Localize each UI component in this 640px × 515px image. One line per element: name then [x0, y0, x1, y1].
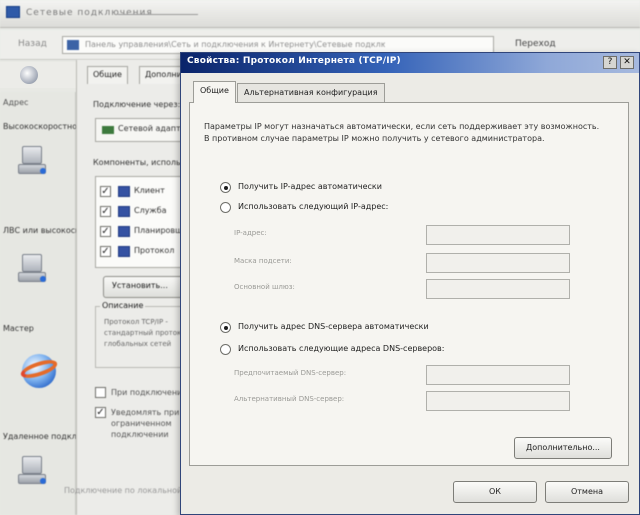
- lan-connection-icon[interactable]: [18, 252, 50, 286]
- dns-auto-radio[interactable]: [220, 322, 231, 333]
- ip-address-row: IP-адрес:: [230, 225, 626, 245]
- dns-manual-radio[interactable]: [220, 344, 231, 355]
- advanced-button[interactable]: Дополнительно...: [514, 437, 612, 459]
- network-folder-icon: [6, 6, 20, 18]
- network-connection-icon[interactable]: [18, 144, 50, 178]
- nav-label-highspeed: Высокоскоростной: [3, 122, 83, 131]
- dialog-titlebar[interactable]: Свойства: Протокол Интернета (TCP/IP) ? …: [181, 53, 639, 73]
- connect-using-label: Подключение через:: [93, 100, 181, 109]
- alternate-dns-row: Альтернативный DNS-сервер:: [230, 391, 626, 411]
- general-tab-page: Параметры IP могут назначаться автоматич…: [189, 102, 629, 466]
- go-button[interactable]: Переход: [515, 39, 556, 49]
- component-label: Служба: [134, 206, 167, 215]
- ip-address-input[interactable]: [426, 225, 570, 245]
- dns-manual-option[interactable]: Использовать следующие адреса DNS-сервер…: [220, 343, 540, 357]
- client-icon: [118, 186, 130, 197]
- preferred-dns-input[interactable]: [426, 365, 570, 385]
- component-label: Протокол: [134, 246, 175, 255]
- gateway-label: Основной шлюз:: [234, 283, 295, 291]
- tab-alternate-config[interactable]: Альтернативная конфигурация: [237, 83, 385, 103]
- ip-manual-label: Использовать следующий IP-адрес:: [238, 202, 389, 211]
- remote-connection-icon[interactable]: [18, 454, 50, 488]
- close-button[interactable]: ✕: [620, 56, 634, 69]
- status-text: Подключение по локальной сети: [64, 486, 204, 495]
- subnet-mask-row: Маска подсети:: [230, 253, 626, 273]
- component-checkbox[interactable]: ✓: [100, 206, 111, 217]
- tcpip-properties-dialog: Свойства: Протокол Интернета (TCP/IP) ? …: [180, 52, 640, 515]
- tab-general[interactable]: Общие: [87, 66, 128, 84]
- subnet-mask-label: Маска подсети:: [234, 257, 292, 265]
- component-checkbox[interactable]: ✓: [100, 186, 111, 197]
- ip-manual-radio[interactable]: [220, 202, 231, 213]
- ip-description: Параметры IP могут назначаться автоматич…: [204, 122, 600, 143]
- address-folder-icon: [67, 40, 79, 50]
- alternate-dns-input[interactable]: [426, 391, 570, 411]
- component-checkbox[interactable]: ✓: [100, 246, 111, 257]
- organize-icon[interactable]: [20, 66, 38, 84]
- tab-general[interactable]: Общие: [193, 81, 236, 103]
- component-checkbox[interactable]: ✓: [100, 226, 111, 237]
- gateway-input[interactable]: [426, 279, 570, 299]
- dns-manual-label: Использовать следующие адреса DNS-сервер…: [238, 344, 445, 353]
- nav-label-wizard: Мастер: [3, 324, 34, 333]
- address-label: Адрес: [3, 98, 29, 107]
- help-button[interactable]: ?: [603, 56, 617, 69]
- dns-auto-option[interactable]: Получить адрес DNS-сервера автоматически: [220, 321, 460, 335]
- explorer-titlebar: Сетевые подключения: [0, 0, 640, 28]
- ip-address-label: IP-адрес:: [234, 229, 267, 237]
- show-icon-checkbox[interactable]: [95, 387, 106, 398]
- ok-button[interactable]: ОК: [453, 481, 537, 503]
- component-label: Клиент: [134, 186, 165, 195]
- preferred-dns-row: Предпочитаемый DNS-сервер:: [230, 365, 626, 385]
- ip-manual-option[interactable]: Использовать следующий IP-адрес:: [220, 201, 460, 215]
- subnet-mask-input[interactable]: [426, 253, 570, 273]
- back-button[interactable]: Назад: [18, 39, 47, 49]
- dns-auto-label: Получить адрес DNS-сервера автоматически: [238, 322, 429, 331]
- internet-explorer-icon[interactable]: [18, 354, 60, 388]
- ip-auto-option[interactable]: Получить IP-адрес автоматически: [220, 181, 460, 195]
- protocol-icon: [118, 246, 130, 257]
- lan-properties-panel: Общие Дополнительно Подключение через: С…: [76, 60, 303, 515]
- address-path: Панель управления\Сеть и подключения к И…: [85, 40, 385, 49]
- adapter-icon: [102, 126, 114, 134]
- scheduler-icon: [118, 226, 130, 237]
- description-title: Описание: [100, 301, 146, 310]
- alternate-dns-label: Альтернативный DNS-сервер:: [234, 395, 345, 403]
- title-divider: [118, 14, 198, 15]
- dialog-title: Свойства: Протокол Интернета (TCP/IP): [187, 56, 401, 66]
- ip-auto-radio[interactable]: [220, 182, 231, 193]
- explorer-leftnav: Адрес Высокоскоростной ЛВС или высокоско…: [0, 92, 162, 515]
- preferred-dns-label: Предпочитаемый DNS-сервер:: [234, 369, 347, 377]
- service-icon: [118, 206, 130, 217]
- notify-checkbox[interactable]: ✓: [95, 407, 106, 418]
- ip-auto-label: Получить IP-адрес автоматически: [238, 182, 382, 191]
- cancel-button[interactable]: Отмена: [545, 481, 629, 503]
- gateway-row: Основной шлюз:: [230, 279, 626, 299]
